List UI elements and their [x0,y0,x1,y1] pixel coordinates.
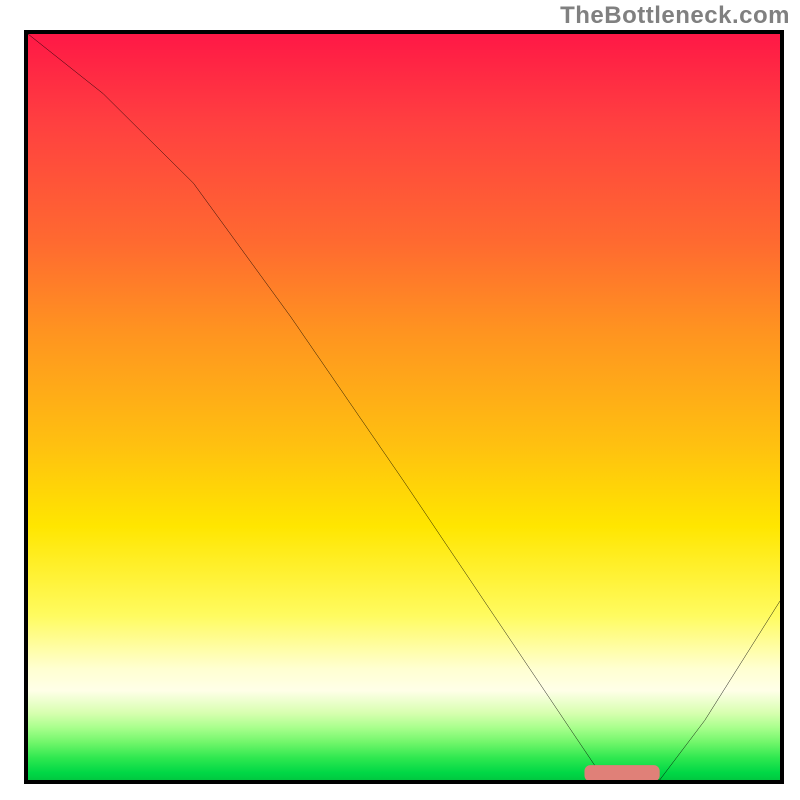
plot-area [24,30,784,784]
chart-container: TheBottleneck.com [0,0,800,800]
optimal-band-rect [584,765,659,781]
watermark-text: TheBottleneck.com [560,2,790,30]
optimal-marker [28,34,780,780]
